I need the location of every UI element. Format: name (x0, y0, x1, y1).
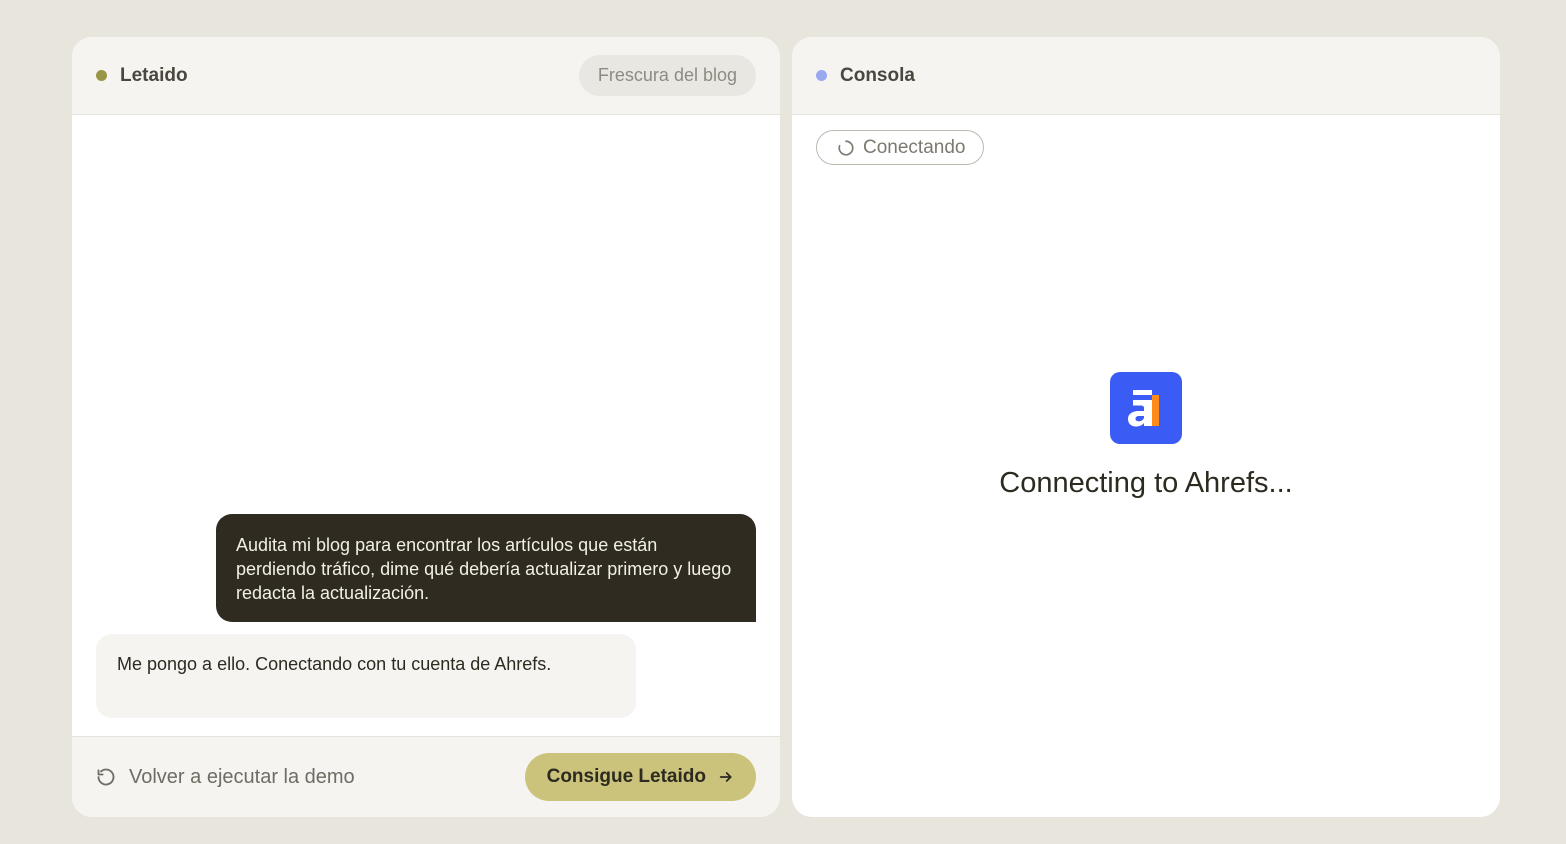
status-dot (96, 70, 107, 81)
user-message-text: Audita mi blog para encontrar los artícu… (236, 535, 732, 603)
replay-demo-button[interactable]: Volver a ejecutar la demo (96, 766, 355, 789)
console-panel-header: Consola (792, 37, 1500, 115)
connecting-message: Connecting to Ahrefs... (999, 467, 1293, 499)
get-letaido-label: Consigue Letaido (546, 766, 706, 787)
spinner-icon (837, 139, 855, 157)
chat-panel: Letaido Frescura del blog Audita mi blog… (72, 37, 780, 817)
replay-demo-label: Volver a ejecutar la demo (129, 765, 355, 788)
chat-panel-title: Letaido (120, 64, 188, 86)
status-dot (816, 70, 827, 81)
console-panel: Consola Conectando Connecting to Ahrefs.… (792, 37, 1500, 817)
chat-panel-header: Letaido Frescura del blog (72, 37, 780, 115)
agent-message-bubble: Me pongo a ello. Conectando con tu cuent… (96, 634, 636, 718)
chat-panel-footer: Volver a ejecutar la demo Consigue Letai… (72, 736, 780, 817)
rotate-ccw-icon (96, 767, 116, 787)
get-letaido-button[interactable]: Consigue Letaido (524, 753, 756, 801)
scenario-pill: Frescura del blog (578, 55, 756, 96)
user-message-bubble: Audita mi blog para encontrar los artícu… (216, 514, 756, 622)
ahrefs-logo (1110, 372, 1182, 444)
arrow-right-icon (718, 769, 734, 785)
connection-status-label: Conectando (863, 136, 966, 158)
agent-message-text: Me pongo a ello. Conectando con tu cuent… (117, 654, 552, 674)
console-panel-title: Consola (840, 64, 915, 86)
connection-status-chip: Conectando (816, 130, 985, 165)
connecting-block: Connecting to Ahrefs... (792, 372, 1500, 500)
